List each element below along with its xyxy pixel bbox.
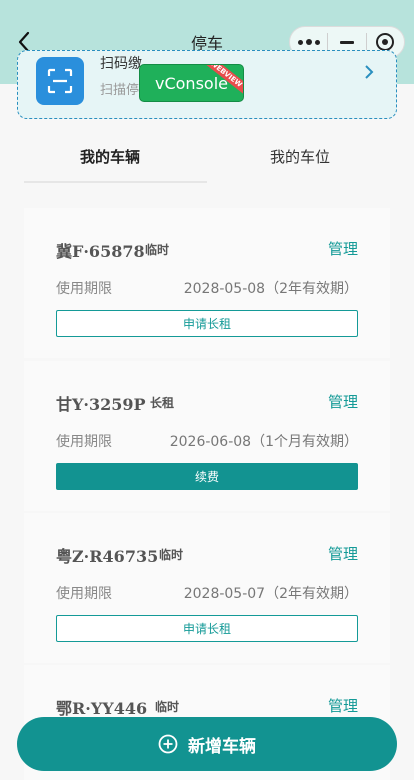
apply-long-rent-button[interactable]: 申请长租 [56,310,358,337]
plate-number: 鄂R·YY446 [56,699,148,718]
target-icon [376,33,395,51]
scan-icon [36,57,84,105]
plate-number: 冀F·65878 [56,242,145,261]
plate-number: 甘Y·3259P [56,395,146,414]
minimize-icon [339,40,354,44]
period-label: 使用期限 [56,586,112,602]
vehicle-card: 粤Z·R46735 临时 管理 使用期限 2028-05-07（2年有效期） 申… [24,513,390,663]
more-icon [297,39,320,45]
add-vehicle-button[interactable]: 新增车辆 [17,717,397,771]
scan-title: 扫码缴 [100,56,142,72]
tab-my-spaces[interactable]: 我的车位 [270,146,330,167]
vehicle-card: 甘Y·3259P 长租 管理 使用期限 2026-06-08（1个月有效期） 续… [24,361,390,511]
plate-type: 长租 [150,396,175,410]
plate-number: 粤Z·R46735 [56,547,159,566]
vconsole-label: vConsole [155,73,228,93]
plate-type: 临时 [155,700,180,714]
plate-type: 临时 [145,243,170,257]
period-label: 使用期限 [56,281,112,297]
chevron-right-icon [365,65,374,79]
period-value: 2028-05-07（2年有效期） [183,586,358,602]
manage-link[interactable]: 管理 [328,391,358,412]
vehicle-card: 冀F·65878 临时 管理 使用期限 2028-05-08（2年有效期） 申请… [24,208,390,358]
period-value: 2026-06-08（1个月有效期） [169,434,358,450]
renew-button[interactable]: 续费 [56,463,358,490]
vconsole-button[interactable]: vConsole WEBVIEW [139,64,244,102]
plus-circle-icon [158,734,178,754]
plate-type: 临时 [159,548,184,562]
manage-link[interactable]: 管理 [328,695,358,716]
tab-bar: 我的车辆 我的车位 [0,130,414,184]
apply-long-rent-button[interactable]: 申请长租 [56,615,358,642]
tab-underline [24,181,207,183]
tab-my-vehicles[interactable]: 我的车辆 [80,146,140,167]
period-value: 2028-05-08（2年有效期） [183,281,358,297]
manage-link[interactable]: 管理 [328,238,358,259]
period-label: 使用期限 [56,434,112,450]
manage-link[interactable]: 管理 [328,543,358,564]
add-vehicle-label: 新增车辆 [188,736,256,757]
